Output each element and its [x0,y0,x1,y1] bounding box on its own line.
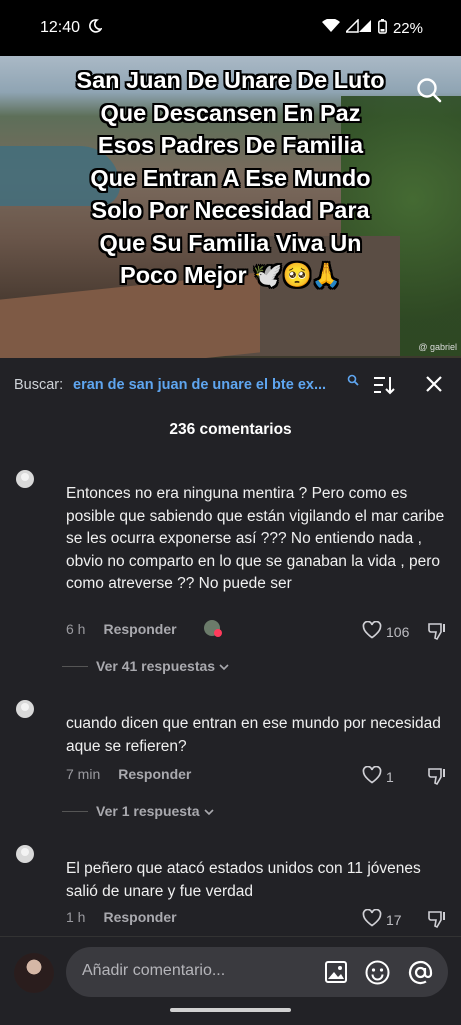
comment-input[interactable]: Añadir comentario... [66,947,448,997]
replies-divider [62,810,88,812]
like-button[interactable]: 17 [362,908,402,930]
comments-count: 236 comentarios [169,421,292,438]
comment-time: 1 h [66,909,86,925]
like-count: 106 [386,623,410,640]
search-query[interactable]: eran de san juan de unare el bte ex... [73,377,345,393]
avatar[interactable] [16,845,34,863]
dislike-icon[interactable] [427,766,447,791]
comment-placeholder: Añadir comentario... [82,962,226,979]
comment-meta: 6 h Responder [66,621,177,637]
image-icon[interactable] [324,960,348,989]
like-count: 17 [386,911,402,928]
wifi-icon [321,18,340,37]
status-bar: 12:40 22% [0,0,461,56]
battery-level: 22% [392,19,423,37]
comment-meta: 7 min Responder [66,766,191,782]
avatar[interactable] [16,700,34,718]
creator-liked-avatar [203,619,223,639]
caption-line: Esos Padres De Familia [97,132,364,158]
view-replies-button[interactable]: Ver 41 respuestas [62,658,229,674]
emoji-icon[interactable] [365,960,390,990]
status-time: 12:40 [40,19,81,36]
video-watermark: @ gabriel [418,342,457,352]
reply-button[interactable]: Responder [118,766,191,782]
chevron-down-icon [203,803,214,819]
comment-meta: 1 h Responder [66,909,177,925]
heart-icon [362,908,382,930]
comment-time: 6 h [66,621,86,637]
avatar [14,953,54,993]
reply-button[interactable]: Responder [103,909,176,925]
replies-label: Ver 41 respuestas [96,658,216,674]
close-icon[interactable] [425,375,443,397]
replies-divider [62,665,88,667]
search-icon[interactable] [347,374,359,390]
comment-text: cuando dicen que entran en ese mundo por… [66,715,441,755]
avatar[interactable] [16,470,34,488]
search-label: Buscar: [14,377,64,393]
comments-panel: Buscar: eran de san juan de unare el bte… [0,358,461,1025]
home-indicator[interactable] [170,1008,291,1012]
like-button[interactable]: 1 [362,765,394,787]
video-preview[interactable]: San Juan De Unare De Luto Que Descansen … [0,56,461,358]
caption-line: Poco Mejor 🕊️🥺🙏 [120,262,341,288]
caption-line: Que Su Familia Viva Un [99,229,362,256]
moon-icon [88,18,103,38]
comment-text: Entonces no era ninguna mentira ? Pero c… [66,485,445,592]
dislike-icon[interactable] [427,909,447,934]
dislike-icon[interactable] [427,621,447,646]
reply-button[interactable]: Responder [103,621,176,637]
like-count: 1 [386,768,394,785]
heart-icon [362,765,382,787]
comment-text: El peñero que atacó estados unidos con 1… [66,860,421,900]
caption-line: San Juan De Unare De Luto [76,67,385,93]
view-replies-button[interactable]: Ver 1 respuesta [62,803,214,819]
chevron-down-icon [219,658,229,674]
at-icon[interactable] [408,960,433,990]
search-bar[interactable]: Buscar: eran de san juan de unare el bte… [0,358,461,412]
sort-icon[interactable] [373,375,395,399]
caption-line: Solo Por Necesidad Para [91,197,370,223]
signal-icon [344,18,372,37]
comment-time: 7 min [66,766,101,782]
replies-label: Ver 1 respuesta [96,803,200,819]
search-icon[interactable] [415,76,443,104]
caption-line: Que Descansen En Paz [100,99,361,126]
video-caption: San Juan De Unare De Luto Que Descansen … [0,64,461,292]
like-button[interactable]: 106 [362,620,410,642]
heart-icon [362,620,382,642]
caption-line: Que Entran A Ese Mundo [90,164,371,191]
battery-icon [378,18,387,38]
